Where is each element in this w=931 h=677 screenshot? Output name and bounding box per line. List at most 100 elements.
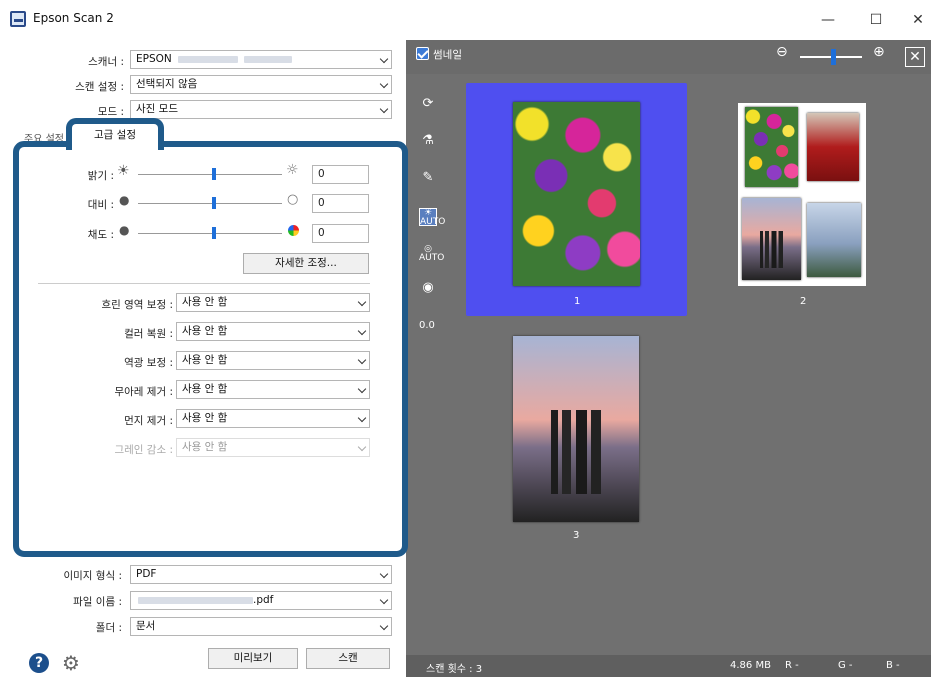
thumbnail-2-photo-flowers: [745, 107, 798, 187]
saturation-low-icon: ●: [119, 223, 130, 237]
help-icon[interactable]: ?: [29, 653, 49, 673]
document-check-icon[interactable]: ✎: [419, 169, 437, 187]
chevron-down-icon: [357, 384, 367, 394]
gear-icon[interactable]: ⚙: [60, 652, 82, 674]
scan-count: 스캔 횟수 : 3: [426, 664, 483, 675]
auto-exposure-icon[interactable]: ☀ AUTO: [419, 208, 445, 227]
thumbnail-3-number: 3: [573, 530, 580, 541]
tab-advanced-settings[interactable]: 고급 설정: [66, 118, 164, 150]
chevron-down-icon: [379, 569, 389, 579]
divider: [38, 283, 370, 284]
window-title: Epson Scan 2: [33, 11, 114, 25]
chevron-down-icon: [379, 104, 389, 114]
rgb-b: B -: [886, 660, 900, 671]
grain-reduction-select: 사용 안 함: [176, 438, 370, 457]
chevron-down-icon: [379, 621, 389, 631]
unsharp-mask-select[interactable]: 사용 안 함: [176, 293, 370, 312]
descreening-value: 사용 안 함: [182, 383, 228, 395]
saturation-slider-thumb[interactable]: [212, 227, 216, 239]
zoom-out-icon[interactable]: ⊖: [776, 44, 788, 60]
mode-label: 모드 :: [97, 106, 124, 118]
thumbnail-2-photo-buildings: [807, 203, 861, 277]
contrast-slider-track[interactable]: [138, 203, 282, 204]
backlight-correction-select[interactable]: 사용 안 함: [176, 351, 370, 370]
thumbnail-3-image[interactable]: [513, 336, 639, 522]
brightness-input[interactable]: 0: [312, 165, 369, 184]
descreening-label: 무아레 제거 :: [114, 386, 173, 398]
close-preview-icon[interactable]: ✕: [905, 47, 925, 67]
folder-select[interactable]: 문서: [130, 617, 392, 636]
thumbnail-2-photo-bus: [807, 113, 859, 181]
filename-select[interactable]: .pdf: [130, 591, 392, 610]
minimize-button[interactable]: —: [808, 8, 848, 32]
contrast-dark-icon: ●: [119, 193, 130, 207]
dust-removal-label: 먼지 제거 :: [124, 415, 173, 427]
zoom-in-icon[interactable]: ⊕: [873, 44, 885, 60]
maximize-button[interactable]: ☐: [856, 8, 896, 32]
backlight-correction-value: 사용 안 함: [182, 354, 228, 366]
image-format-select[interactable]: PDF: [130, 565, 392, 584]
saturation-slider-track[interactable]: [138, 233, 282, 234]
scanner-select[interactable]: EPSON: [130, 50, 392, 69]
mode-select[interactable]: 사진 모드: [130, 100, 392, 119]
backlight-correction-label: 역광 보정 :: [124, 357, 173, 369]
rgb-r: R -: [785, 660, 799, 671]
contrast-label: 대비 :: [87, 199, 114, 211]
image-adjust-icon[interactable]: ⚗: [419, 132, 437, 150]
detailed-adjust-button[interactable]: 자세한 조정...: [243, 253, 369, 274]
scanner-label: 스캐너 :: [88, 56, 124, 68]
color-restoration-value: 사용 안 함: [182, 325, 228, 337]
unsharp-mask-label: 흐린 영역 보정 :: [101, 299, 173, 311]
contrast-input[interactable]: 0: [312, 194, 369, 213]
color-restoration-label: 컬러 복원 :: [124, 328, 173, 340]
brightness-label: 밝기 :: [87, 170, 114, 182]
title-bar: Epson Scan 2 — ☐ ✕: [0, 0, 931, 40]
sun-light-icon: ☼: [286, 162, 299, 178]
thumbnail-1-number: 1: [574, 296, 581, 307]
chevron-down-icon: [357, 297, 367, 307]
preview-button[interactable]: 미리보기: [208, 648, 298, 669]
saturation-input[interactable]: 0: [312, 224, 369, 243]
settings-eye-icon[interactable]: ◉: [419, 279, 437, 297]
auto-enhance-icon[interactable]: ◎ AUTO: [419, 245, 444, 263]
chevron-down-icon: [379, 79, 389, 89]
filename-extension: .pdf: [253, 594, 274, 606]
contrast-slider-thumb[interactable]: [212, 197, 216, 209]
grain-reduction-label: 그레인 감소 :: [114, 444, 173, 456]
scan-setting-label: 스캔 설정 :: [75, 81, 124, 93]
thumbnail-2-image[interactable]: [738, 103, 866, 286]
scanner-value: EPSON: [136, 53, 172, 65]
dust-removal-select[interactable]: 사용 안 함: [176, 409, 370, 428]
scanner-model-blurred: [178, 55, 239, 63]
tab-main-settings[interactable]: 주요 설정: [20, 128, 68, 146]
unsharp-mask-value: 사용 안 함: [182, 296, 228, 308]
thumbnail-2-photo-city: [742, 198, 801, 280]
brightness-slider-thumb[interactable]: [212, 168, 216, 180]
descreening-select[interactable]: 사용 안 함: [176, 380, 370, 399]
thumbnail-1-image[interactable]: [513, 102, 640, 286]
scan-setting-select[interactable]: 선택되지 않음: [130, 75, 392, 94]
image-format-label: 이미지 형식 :: [63, 570, 122, 582]
chevron-down-icon: [379, 54, 389, 64]
saturation-label: 채도 :: [87, 229, 114, 241]
file-size: 4.86 MB: [730, 660, 771, 671]
scan-setting-value: 선택되지 않음: [136, 78, 198, 90]
chevron-down-icon: [379, 595, 389, 605]
app-icon: [10, 11, 26, 27]
tool-value: 0.0: [419, 320, 435, 331]
scan-button[interactable]: 스캔: [306, 648, 390, 669]
rgb-g: G -: [838, 660, 853, 671]
color-restoration-select[interactable]: 사용 안 함: [176, 322, 370, 341]
contrast-light-icon: ○: [287, 192, 299, 207]
rotate-icon[interactable]: ⟳: [419, 95, 437, 113]
close-button[interactable]: ✕: [898, 8, 931, 32]
chevron-down-icon: [357, 326, 367, 336]
filename-label: 파일 이름 :: [73, 596, 122, 608]
brightness-slider-track[interactable]: [138, 174, 282, 175]
scanner-model-blurred: [244, 55, 293, 63]
zoom-slider-thumb[interactable]: [831, 49, 836, 65]
image-format-value: PDF: [136, 568, 157, 580]
dust-removal-value: 사용 안 함: [182, 412, 228, 424]
thumbnail-label: 썸네일: [433, 49, 462, 61]
thumbnail-checkbox[interactable]: [416, 47, 429, 60]
